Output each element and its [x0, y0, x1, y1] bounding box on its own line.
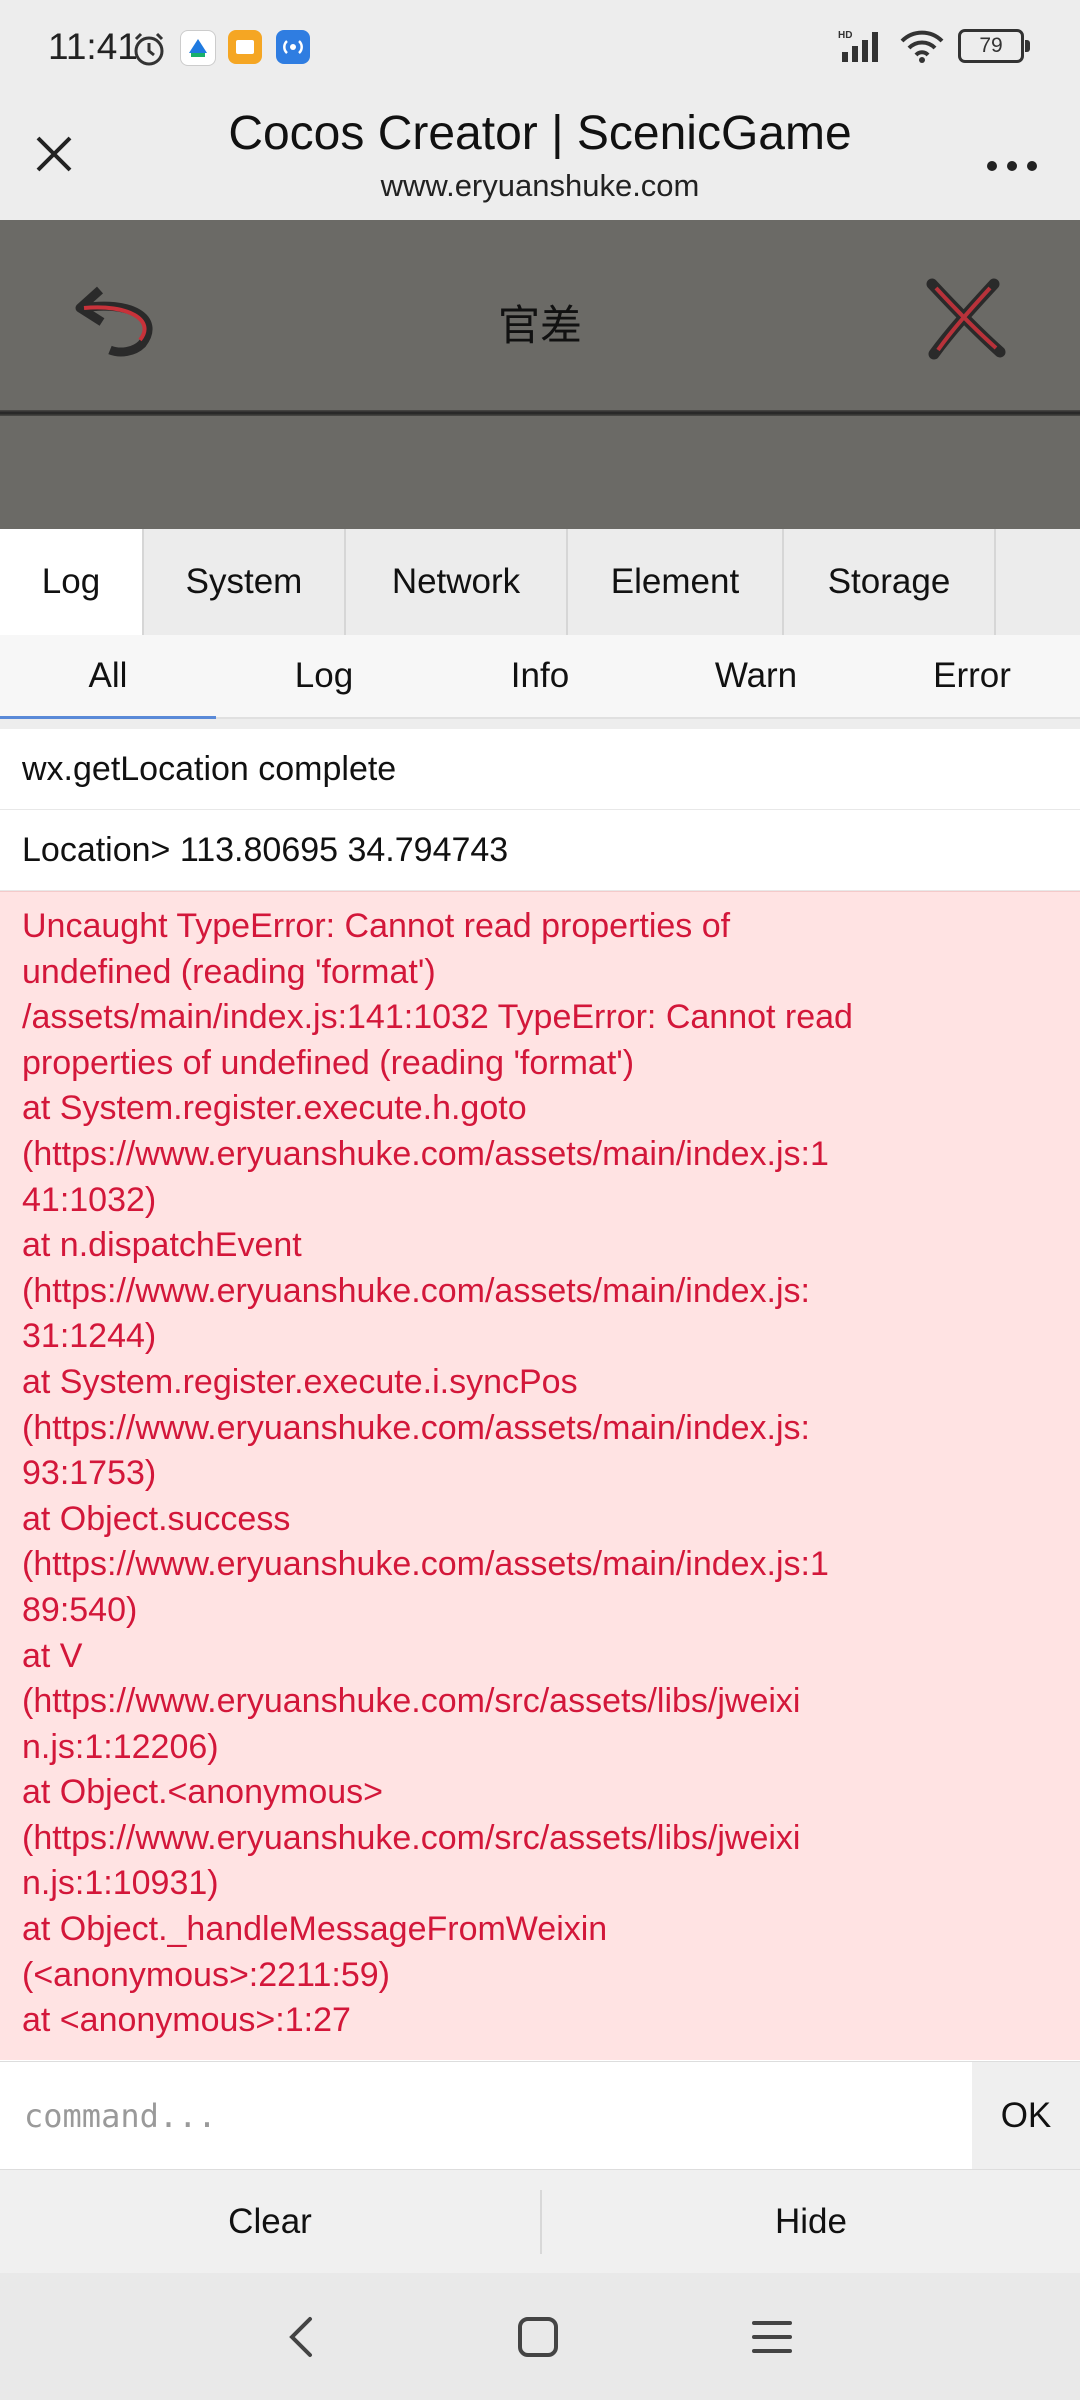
tab-storage[interactable]: Storage — [784, 529, 996, 635]
log-item: Location> 113.80695 34.794743 — [0, 810, 1080, 891]
battery-level: 79 — [979, 34, 1003, 57]
game-divider — [0, 410, 1080, 416]
tab-element[interactable]: Element — [568, 529, 784, 635]
clear-button[interactable]: Clear — [0, 2170, 540, 2274]
system-nav-bar — [0, 2273, 1080, 2400]
battery-icon: 79 — [958, 29, 1030, 63]
game-close-icon[interactable] — [920, 274, 1008, 362]
command-bar: OK — [0, 2061, 1080, 2170]
tab-log[interactable]: Log — [0, 529, 144, 635]
wifi-icon — [900, 30, 944, 63]
nav-home-icon[interactable] — [516, 2315, 560, 2359]
game-canvas[interactable]: 官差 — [0, 220, 1080, 529]
log-list[interactable]: wx.getLocation complete Location> 113.80… — [0, 729, 1080, 2061]
page-url: www.eryuanshuke.com — [380, 168, 700, 203]
log-item: wx.getLocation complete — [0, 729, 1080, 810]
game-scene-title: 官差 — [497, 301, 582, 350]
hide-button[interactable]: Hide — [542, 2170, 1080, 2274]
radio-app-icon — [276, 30, 310, 64]
svg-text:HD: HD — [838, 30, 852, 41]
alarm-icon — [134, 32, 164, 66]
status-right: HD 79 — [838, 28, 1030, 64]
filter-info[interactable]: Info — [432, 635, 648, 717]
filter-all[interactable]: All — [0, 635, 216, 719]
ok-button[interactable]: OK — [972, 2062, 1080, 2170]
filter-log[interactable]: Log — [216, 635, 432, 717]
console-footer: Clear Hide — [0, 2169, 1080, 2274]
nav-back-icon[interactable] — [282, 2313, 322, 2361]
page-title: Cocos Creator | ScenicGame — [228, 107, 852, 160]
log-filter-tabs: All Log Info Warn Error — [0, 635, 1080, 719]
tab-network[interactable]: Network — [346, 529, 568, 635]
filter-warn[interactable]: Warn — [648, 635, 864, 717]
tab-system[interactable]: System — [144, 529, 346, 635]
hd-signal-icon: HD — [838, 30, 878, 62]
command-input[interactable] — [22, 2090, 956, 2142]
status-bar: 11:41 HD 79 — [0, 0, 1080, 96]
app-notification-icon — [180, 30, 216, 66]
folder-app-icon — [228, 30, 262, 64]
error-log-item: Uncaught TypeError: Cannot read properti… — [0, 891, 1080, 2060]
more-menu-icon[interactable] — [984, 130, 1040, 188]
clock-time: 11:41 — [48, 26, 138, 67]
console-tabs: Log System Network Element Storage — [0, 529, 1080, 637]
browser-titlebar: Cocos Creator | ScenicGame www.eryuanshu… — [0, 96, 1080, 220]
filter-error[interactable]: Error — [864, 635, 1080, 717]
nav-menu-icon[interactable] — [750, 2317, 794, 2357]
